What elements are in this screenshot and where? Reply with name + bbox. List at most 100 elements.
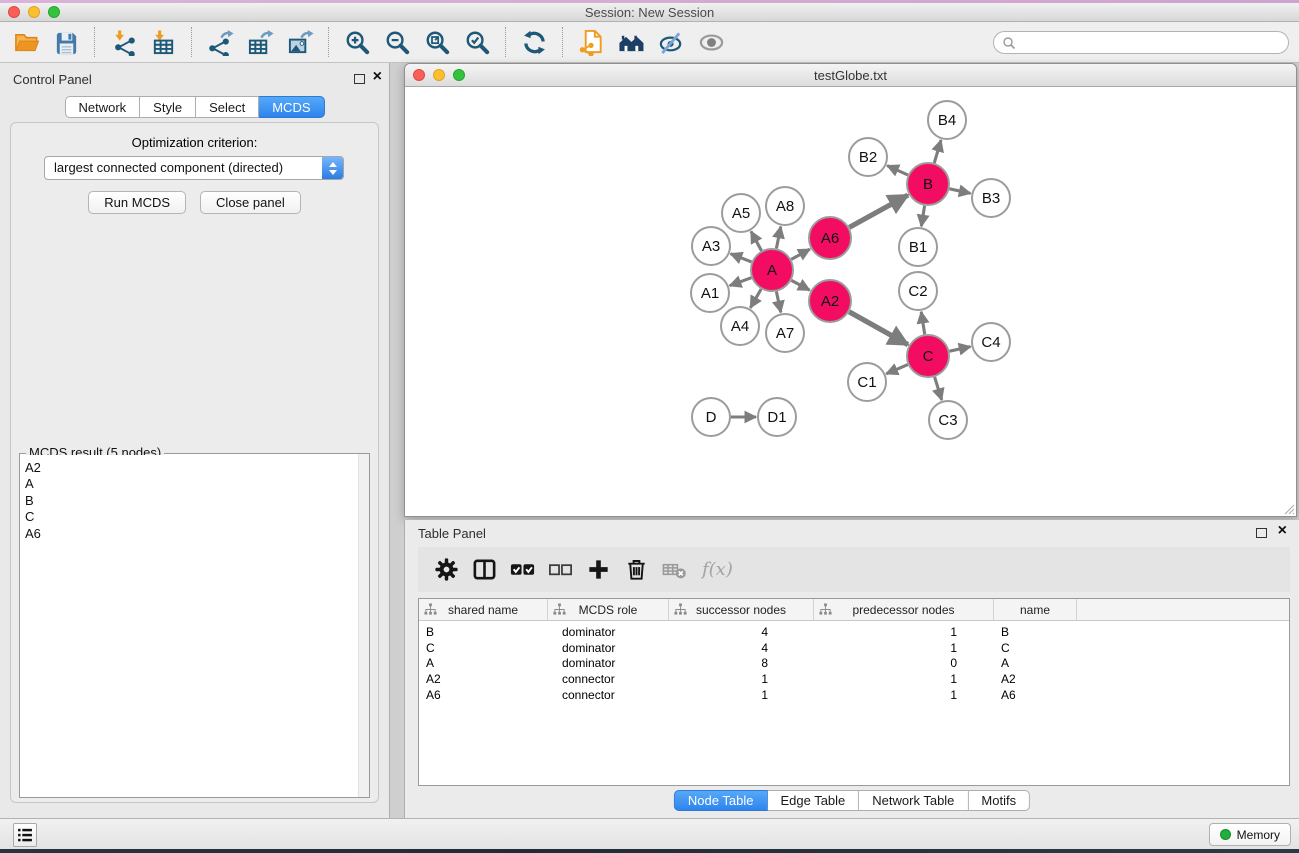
zoom-out-icon[interactable] xyxy=(377,24,417,60)
zoom-selected-icon[interactable] xyxy=(457,24,497,60)
table-cell[interactable]: A xyxy=(419,656,548,670)
table-cell[interactable]: 1 xyxy=(814,672,994,686)
trash-icon[interactable] xyxy=(622,555,651,585)
network-canvas[interactable]: B4B2BB3A8A5A6B1A3AC2A1A2A4A7C4CC1C3DD1 xyxy=(405,87,1296,516)
table-row[interactable]: A2connector11A2 xyxy=(419,671,1289,687)
table-cell[interactable]: dominator xyxy=(548,656,669,670)
import-table-icon[interactable] xyxy=(143,24,183,60)
table-cell[interactable]: 1 xyxy=(814,688,994,702)
column-header-predecessor-nodes[interactable]: predecessor nodes xyxy=(814,599,994,620)
refresh-icon[interactable] xyxy=(514,24,554,60)
result-scrollbar[interactable] xyxy=(358,454,369,797)
resize-grip-icon[interactable] xyxy=(1281,501,1295,515)
graph-node-B[interactable]: B xyxy=(907,163,949,205)
graph-node-D[interactable]: D xyxy=(692,398,730,436)
table-cell[interactable]: 0 xyxy=(814,656,994,670)
mcds-result-item[interactable]: A6 xyxy=(25,526,357,542)
table-cell[interactable]: A2 xyxy=(419,672,548,686)
gear-icon[interactable] xyxy=(432,555,461,585)
tab-edge-table[interactable]: Edge Table xyxy=(767,790,859,811)
mcds-result-item[interactable]: C xyxy=(25,509,357,525)
table-cell[interactable]: A6 xyxy=(419,688,548,702)
run-mcds-button[interactable]: Run MCDS xyxy=(88,191,186,214)
memory-button[interactable]: Memory xyxy=(1209,823,1291,846)
mcds-result-item[interactable]: A xyxy=(25,476,357,492)
minimize-window-light[interactable] xyxy=(28,6,40,18)
deselect-all-icon[interactable] xyxy=(546,555,575,585)
table-cell[interactable]: A xyxy=(994,656,1077,670)
table-row[interactable]: Bdominator41B xyxy=(419,624,1289,640)
graph-node-B4[interactable]: B4 xyxy=(928,101,966,139)
hide-details-icon[interactable] xyxy=(651,24,691,60)
table-cell[interactable]: dominator xyxy=(548,641,669,655)
table-cell[interactable]: B xyxy=(419,625,548,639)
table-close-panel-icon[interactable]: × xyxy=(1278,521,1287,541)
table-cell[interactable]: 8 xyxy=(669,656,814,670)
graph-node-B3[interactable]: B3 xyxy=(972,179,1010,217)
task-history-button[interactable] xyxy=(13,823,37,847)
mcds-result-list[interactable]: A2ABCA6 xyxy=(21,455,357,796)
dropdown-stepper-icon[interactable] xyxy=(322,157,343,179)
table-cell[interactable]: dominator xyxy=(548,625,669,639)
export-table-icon[interactable] xyxy=(240,24,280,60)
export-image-icon[interactable] xyxy=(280,24,320,60)
graph-node-D1[interactable]: D1 xyxy=(758,398,796,436)
graph-node-C3[interactable]: C3 xyxy=(929,401,967,439)
search-box[interactable] xyxy=(993,31,1289,54)
tab-motifs[interactable]: Motifs xyxy=(968,790,1030,811)
table-row[interactable]: A6connector11A6 xyxy=(419,687,1289,703)
table-cell[interactable]: 4 xyxy=(669,625,814,639)
graph-node-C[interactable]: C xyxy=(907,335,949,377)
tab-network-table[interactable]: Network Table xyxy=(859,790,968,811)
open-folder-icon[interactable] xyxy=(6,24,46,60)
table-cell[interactable]: A2 xyxy=(994,672,1077,686)
graph-node-B2[interactable]: B2 xyxy=(849,138,887,176)
tab-node-table[interactable]: Node Table xyxy=(674,790,768,811)
network-window-titlebar[interactable]: testGlobe.txt xyxy=(405,64,1296,87)
table-cell[interactable]: C xyxy=(994,641,1077,655)
graph-node-A3[interactable]: A3 xyxy=(692,227,730,265)
add-icon[interactable] xyxy=(584,555,613,585)
zoom-fit-icon[interactable] xyxy=(417,24,457,60)
import-network-icon[interactable] xyxy=(103,24,143,60)
table-cell[interactable]: C xyxy=(419,641,548,655)
table-cell[interactable]: 1 xyxy=(669,688,814,702)
graph-node-C4[interactable]: C4 xyxy=(972,323,1010,361)
table-cell[interactable]: connector xyxy=(548,672,669,686)
tab-style[interactable]: Style xyxy=(140,96,196,118)
column-header-shared-name[interactable]: shared name xyxy=(419,599,548,620)
graph-node-C2[interactable]: C2 xyxy=(899,272,937,310)
graph-node-A2[interactable]: A2 xyxy=(809,280,851,322)
graph-node-A[interactable]: A xyxy=(751,249,793,291)
close-panel-button[interactable]: Close panel xyxy=(200,191,301,214)
network-close-light[interactable] xyxy=(413,69,425,81)
table-float-panel-icon[interactable] xyxy=(1256,528,1267,538)
graph-node-A1[interactable]: A1 xyxy=(691,274,729,312)
graph-node-A5[interactable]: A5 xyxy=(722,194,760,232)
table-cell[interactable]: 1 xyxy=(814,641,994,655)
network-file-icon[interactable] xyxy=(571,24,611,60)
table-cell[interactable]: 1 xyxy=(669,672,814,686)
table-cell[interactable]: B xyxy=(994,625,1077,639)
network-zoom-light[interactable] xyxy=(453,69,465,81)
table-cell[interactable]: A6 xyxy=(994,688,1077,702)
table-cell[interactable]: 4 xyxy=(669,641,814,655)
tab-mcds[interactable]: MCDS xyxy=(259,96,324,118)
table-cell[interactable]: 1 xyxy=(814,625,994,639)
close-window-light[interactable] xyxy=(8,6,20,18)
save-icon[interactable] xyxy=(46,24,86,60)
tab-select[interactable]: Select xyxy=(196,96,259,118)
mcds-result-item[interactable]: B xyxy=(25,493,357,509)
graph-node-A8[interactable]: A8 xyxy=(766,187,804,225)
tab-network[interactable]: Network xyxy=(64,96,140,118)
column-header-name[interactable]: name xyxy=(994,599,1077,620)
optimization-criterion-dropdown[interactable]: largest connected component (directed) xyxy=(44,156,344,180)
network-minimize-light[interactable] xyxy=(433,69,445,81)
graph-node-A6[interactable]: A6 xyxy=(809,217,851,259)
table-row[interactable]: Cdominator41C xyxy=(419,640,1289,656)
graph-node-C1[interactable]: C1 xyxy=(848,363,886,401)
zoom-window-light[interactable] xyxy=(48,6,60,18)
table-cell[interactable]: connector xyxy=(548,688,669,702)
show-details-icon[interactable] xyxy=(691,24,731,60)
table-row[interactable]: Adominator80A xyxy=(419,655,1289,671)
